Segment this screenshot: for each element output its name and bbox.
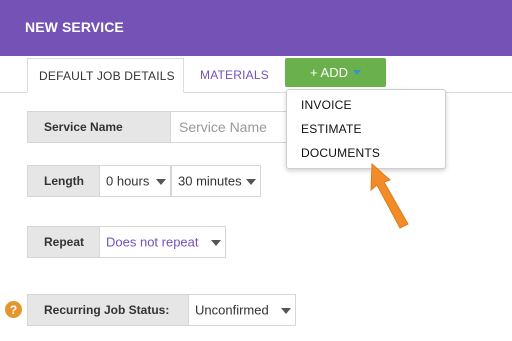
chevron-down-icon (246, 179, 256, 185)
add-dropdown-menu: INVOICE ESTIMATE DOCUMENTS (286, 89, 446, 169)
chevron-down-icon (211, 240, 221, 246)
header-bar: NEW SERVICE (0, 0, 512, 56)
tab-materials[interactable]: MATERIALS (200, 68, 269, 82)
length-hours-select[interactable]: 0 hours (99, 165, 171, 197)
menu-item-estimate[interactable]: ESTIMATE (301, 122, 362, 136)
tab-label: DEFAULT JOB DETAILS (39, 69, 175, 83)
recurring-job-status-label: Recurring Job Status: (27, 294, 189, 326)
chevron-down-icon (156, 179, 166, 185)
caret-down-icon (352, 70, 361, 75)
tab-default-job-details[interactable]: DEFAULT JOB DETAILS (27, 58, 184, 93)
add-button-label: + ADD (310, 65, 348, 80)
recurring-job-status-select[interactable]: Unconfirmed (188, 294, 296, 326)
service-name-input[interactable]: Service Name (170, 111, 288, 143)
length-label: Length (27, 165, 100, 197)
length-minutes-select[interactable]: 30 minutes (171, 165, 261, 197)
annotation-arrow-icon (370, 162, 409, 229)
chevron-down-icon (281, 308, 291, 314)
service-name-label: Service Name (27, 111, 171, 143)
help-icon[interactable]: ? (5, 301, 22, 318)
menu-item-documents[interactable]: DOCUMENTS (301, 146, 380, 160)
page-title: NEW SERVICE (25, 19, 124, 35)
repeat-label: Repeat (27, 226, 100, 258)
repeat-select[interactable]: Does not repeat (99, 226, 226, 258)
menu-item-invoice[interactable]: INVOICE (301, 98, 352, 112)
add-button[interactable]: + ADD (285, 58, 386, 87)
